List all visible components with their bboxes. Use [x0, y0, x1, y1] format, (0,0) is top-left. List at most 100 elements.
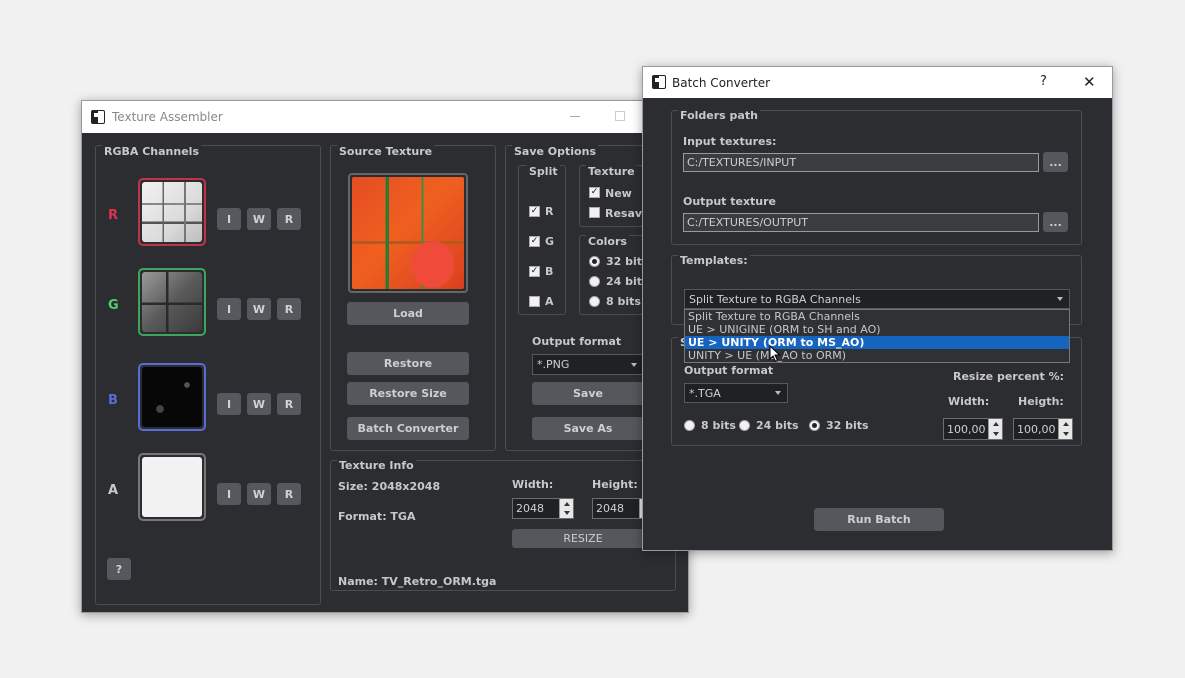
output-format-select[interactable]: *.PNG — [532, 354, 644, 375]
bits-8-radio[interactable] — [684, 420, 695, 431]
maximize-icon[interactable] — [615, 111, 625, 121]
spin-arrows-icon[interactable] — [988, 419, 1002, 439]
save-button[interactable]: Save — [532, 382, 644, 405]
rgba-channels-title: RGBA Channels — [102, 145, 201, 158]
channel-b-w-button[interactable]: W — [247, 393, 271, 415]
channel-r-i-button[interactable]: I — [217, 208, 241, 230]
chevron-down-icon — [631, 362, 637, 367]
channel-a-label: A — [108, 483, 119, 498]
templates-selected: Split Texture to RGBA Channels — [689, 292, 861, 306]
batch-height-spinbox[interactable]: 100,00 — [1013, 418, 1073, 440]
resave-checkbox[interactable] — [589, 207, 600, 218]
output-browse-button[interactable]: ... — [1043, 212, 1068, 232]
color-24bit-label: 24 bit — [606, 275, 643, 288]
run-batch-button[interactable]: Run Batch — [814, 508, 944, 531]
output-texture-field[interactable]: C:/TEXTURES/OUTPUT — [683, 213, 1039, 232]
batch-output-format-select[interactable]: *.TGA — [684, 383, 788, 403]
input-browse-button[interactable]: ... — [1043, 152, 1068, 172]
size-text: Size: 2048x2048 — [338, 480, 441, 493]
resize-button[interactable]: RESIZE — [512, 529, 654, 548]
channel-g-i-button[interactable]: I — [217, 298, 241, 320]
restore-button[interactable]: Restore — [347, 352, 469, 375]
channel-r-r-button[interactable]: R — [277, 208, 301, 230]
channel-a-w-button[interactable]: W — [247, 483, 271, 505]
texture-assembler-window: Texture Assembler RGBA Channels R I W R … — [81, 100, 695, 613]
minimize-icon[interactable] — [570, 116, 580, 117]
source-texture-title: Source Texture — [337, 145, 435, 158]
mouse-cursor-icon — [769, 345, 781, 363]
channel-g-label: G — [108, 298, 119, 313]
new-label: New — [605, 187, 632, 200]
restore-size-button[interactable]: Restore Size — [347, 382, 469, 405]
split-title: Split — [527, 165, 560, 178]
split-r-checkbox[interactable]: ✓ — [529, 206, 540, 217]
template-option[interactable]: Split Texture to RGBA Channels — [685, 310, 1069, 323]
batch-converter-window: Batch Converter ? ✕ Folders path Input t… — [642, 66, 1113, 551]
split-g-checkbox[interactable]: ✓ — [529, 236, 540, 247]
texture-title: Texture — [586, 165, 637, 178]
channel-g-r-button[interactable]: R — [277, 298, 301, 320]
split-g-label: G — [545, 235, 555, 248]
channel-b-r-button[interactable]: R — [277, 393, 301, 415]
app-icon — [652, 75, 666, 89]
channel-r-w-button[interactable]: W — [247, 208, 271, 230]
title-bar[interactable]: Batch Converter ? ✕ — [643, 67, 1112, 98]
bits-32-radio[interactable] — [809, 420, 820, 431]
batch-converter-button[interactable]: Batch Converter — [347, 417, 469, 440]
template-option[interactable]: UNITY > UE (MS_AO to ORM) — [685, 349, 1069, 362]
template-option[interactable]: UE > UNIGINE (ORM to SH and AO) — [685, 323, 1069, 336]
spin-arrows-icon[interactable] — [1058, 419, 1072, 439]
split-r-label: R — [545, 205, 554, 218]
input-textures-label: Input textures: — [683, 135, 777, 148]
output-texture-value: C:/TEXTURES/OUTPUT — [687, 216, 808, 229]
split-a-checkbox[interactable] — [529, 296, 540, 307]
channel-g-thumbnail[interactable] — [138, 268, 206, 336]
channel-g-w-button[interactable]: W — [247, 298, 271, 320]
batch-height-value: 100,00 — [1017, 422, 1056, 436]
channel-b-i-button[interactable]: I — [217, 393, 241, 415]
load-button[interactable]: Load — [347, 302, 469, 325]
bits-24-label: 24 bits — [756, 419, 799, 432]
color-24bit-radio[interactable] — [589, 276, 600, 287]
split-a-label: A — [545, 295, 554, 308]
chevron-down-icon — [775, 391, 781, 395]
templates-title: Templates: — [678, 254, 750, 267]
help-icon[interactable]: ? — [1040, 74, 1047, 89]
templates-select[interactable]: Split Texture to RGBA Channels — [684, 289, 1070, 309]
app-icon — [91, 110, 105, 124]
input-textures-field[interactable]: C:/TEXTURES/INPUT — [683, 153, 1039, 172]
batch-output-format-label: Output format — [684, 364, 774, 377]
texture-info-title: Texture Info — [337, 459, 416, 472]
width-value: 2048 — [516, 502, 544, 515]
window-title: Batch Converter — [672, 76, 771, 90]
close-icon[interactable]: ✕ — [1083, 73, 1096, 91]
color-8bits-radio[interactable] — [589, 296, 600, 307]
width-spinbox[interactable]: 2048 — [512, 498, 574, 519]
batch-output-format-value: *.TGA — [689, 386, 721, 400]
help-button[interactable]: ? — [107, 558, 131, 580]
channel-b-thumbnail[interactable] — [138, 363, 206, 431]
window-title: Texture Assembler — [112, 110, 223, 124]
templates-dropdown-list: Split Texture to RGBA Channels UE > UNIG… — [684, 309, 1070, 363]
batch-width-spinbox[interactable]: 100,00 — [943, 418, 1003, 440]
channel-r-thumbnail[interactable] — [138, 178, 206, 246]
color-32bit-label: 32 bit — [606, 255, 643, 268]
spin-arrows-icon[interactable] — [559, 499, 573, 518]
resave-label: Resave — [605, 207, 645, 220]
channel-a-i-button[interactable]: I — [217, 483, 241, 505]
resize-percent-label: Resize percent %: — [953, 370, 1065, 383]
channel-b-label: B — [108, 393, 118, 408]
channel-a-r-button[interactable]: R — [277, 483, 301, 505]
format-text: Format: TGA — [338, 510, 416, 523]
color-32bit-radio[interactable] — [589, 256, 600, 267]
source-texture-preview — [348, 173, 468, 293]
channel-a-thumbnail[interactable] — [138, 453, 206, 521]
bits-24-radio[interactable] — [739, 420, 750, 431]
new-checkbox[interactable]: ✓ — [589, 187, 600, 198]
folders-path-title: Folders path — [678, 109, 760, 122]
save-as-button[interactable]: Save As — [532, 417, 644, 440]
split-group — [518, 165, 566, 315]
title-bar[interactable]: Texture Assembler — [82, 101, 688, 133]
split-b-checkbox[interactable]: ✓ — [529, 266, 540, 277]
template-option-highlighted[interactable]: UE > UNITY (ORM to MS_AO) — [685, 336, 1069, 349]
